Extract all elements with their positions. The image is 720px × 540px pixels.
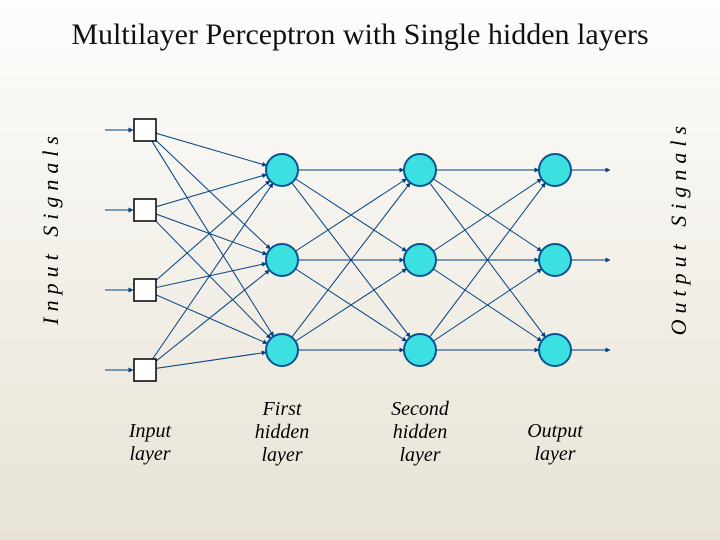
label-text: layer <box>534 443 575 465</box>
label-text: Input <box>129 420 171 442</box>
output-signals-label: Output Signals <box>666 120 692 335</box>
neuron-node <box>404 334 436 366</box>
hidden1-layer-label: First hidden layer <box>232 398 332 467</box>
neuron-node <box>266 154 298 186</box>
neuron-node <box>539 334 571 366</box>
input-node <box>134 199 156 221</box>
neuron-node <box>539 244 571 276</box>
input-layer-label: Input layer <box>100 420 200 466</box>
label-text: layer <box>261 444 302 466</box>
neuron-node <box>266 334 298 366</box>
label-text: hidden <box>393 421 447 443</box>
label-text: Second <box>391 398 449 420</box>
mlp-diagram <box>60 100 660 430</box>
label-text: layer <box>129 443 170 465</box>
neuron-node <box>266 244 298 276</box>
neuron-node <box>539 154 571 186</box>
label-text: hidden <box>255 421 309 443</box>
hidden2-layer-label: Second hidden layer <box>370 398 470 467</box>
page-title: Multilayer Perceptron with Single hidden… <box>0 18 720 52</box>
label-text: First <box>263 398 302 420</box>
label-text: Output <box>527 420 583 442</box>
output-layer-label: Output layer <box>505 420 605 466</box>
input-node <box>134 119 156 141</box>
neuron-node <box>404 244 436 276</box>
input-node <box>134 279 156 301</box>
neuron-node <box>404 154 436 186</box>
label-text: layer <box>399 444 440 466</box>
input-node <box>134 359 156 381</box>
